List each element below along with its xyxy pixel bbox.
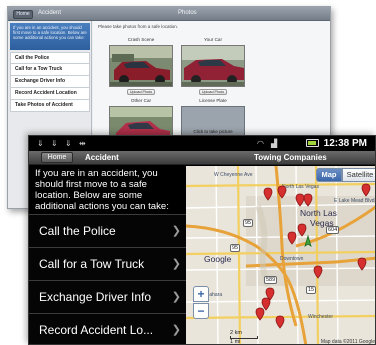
map-marker-icon [313, 265, 323, 279]
chevron-right-icon: ❯ [171, 225, 181, 237]
tablet-item-take-photos[interactable]: Take Photos of Accident [10, 100, 90, 112]
map-scale-mi: 1 mi [230, 339, 241, 345]
map-marker-icon [297, 223, 307, 237]
map-attribution: Map data ©2011 Google [320, 339, 375, 345]
towing-map[interactable]: W Cheyenne Ave North Las Vegas North Las… [186, 166, 375, 345]
map-marker-icon [277, 185, 287, 199]
your-car-photo[interactable] [181, 45, 245, 87]
list-item-label: Call for a Tow Truck [39, 257, 145, 271]
tablet-item-record-location[interactable]: Record Accident Location [10, 88, 90, 100]
chevron-right-icon: ❯ [171, 291, 181, 303]
tablet-action-list: Call the Police Call for a Tow Truck Exc… [10, 52, 90, 112]
crash-scene-photo[interactable] [109, 45, 173, 87]
phone-intro-text: If you are in an accident, you should fi… [35, 168, 169, 212]
caption-your-car: Your Car [204, 37, 222, 42]
tablet-home-button[interactable]: Home [13, 10, 33, 19]
download-icon: ⇓ [65, 139, 72, 148]
phone-item-exchange-info[interactable]: Exchange Driver Info ❯ [29, 280, 186, 313]
phone-action-list: Call the Police ❯ Call for a Tow Truck ❯… [29, 214, 186, 344]
zoom-in-button[interactable]: + [193, 286, 209, 302]
map-marker-icon [303, 193, 313, 207]
phone-item-call-police[interactable]: Call the Police ❯ [29, 214, 186, 247]
satellite-view-button[interactable]: Satellite [342, 168, 375, 182]
phone-app-window: ⇓ ⇓ ⇓ ⇹ ◠ ▟ 12:38 PM Home Accident Towin… [28, 135, 376, 345]
caption-license-plate: License Plate [199, 98, 227, 103]
map-marker-icon [255, 307, 265, 321]
map-marker-icon [263, 187, 273, 201]
list-item-label: Call the Police [39, 224, 116, 238]
caption-other-car: Other Car [130, 98, 152, 103]
tablet-item-call-police[interactable]: Call the Police [10, 52, 90, 64]
map-view-button[interactable]: Map [316, 168, 342, 182]
tablet-intro-text: If you are in an accident, you should fi… [10, 23, 90, 50]
map-marker-icon [295, 193, 305, 207]
wifi-icon: ◠ [257, 139, 264, 148]
tablet-item-tow-truck[interactable]: Call for a Tow Truck [10, 64, 90, 76]
phone-title-bar: Home Accident Towing Companies [29, 151, 375, 165]
phone-master-pane: If you are in an accident, you should fi… [29, 166, 186, 344]
list-item-label: Exchange Driver Info [39, 290, 152, 304]
tablet-title-bar: Home Accident Photos [8, 7, 330, 21]
list-item-label: Record Accident Lo... [39, 323, 154, 337]
tablet-photos-info: Please take photos from a safe location. [98, 24, 179, 29]
phone-home-button[interactable]: Home [41, 152, 73, 163]
usb-icon: ⇹ [79, 139, 86, 148]
marker-layer [255, 183, 371, 329]
download-icon: ⇓ [51, 139, 58, 148]
zoom-out-button[interactable]: − [193, 303, 209, 319]
map-marker-icon [275, 315, 285, 329]
map-marker-icon [261, 297, 271, 311]
map-marker-icon [361, 183, 371, 197]
clock: 12:38 PM [323, 138, 367, 149]
current-location-icon [304, 234, 312, 247]
composite-screenshot: Home Accident Photos If you are in an ac… [0, 0, 376, 345]
map-marker-icon [357, 257, 367, 271]
download-icon: ⇓ [37, 139, 44, 148]
phone-item-record-location[interactable]: Record Accident Lo... ❯ [29, 313, 186, 344]
phone-accident-title: Accident [85, 153, 119, 162]
battery-icon [306, 139, 319, 147]
status-bar: ⇓ ⇓ ⇓ ⇹ ◠ ▟ 12:38 PM [29, 136, 375, 151]
tablet-photos-title: Photos [178, 10, 197, 16]
tablet-accident-title: Accident [38, 10, 62, 16]
phone-item-tow-truck[interactable]: Call for a Tow Truck ❯ [29, 247, 186, 280]
map-marker-icon [287, 231, 297, 245]
chevron-right-icon: ❯ [171, 324, 181, 336]
towing-companies-title: Towing Companies [254, 153, 327, 162]
caption-crash-scene: Crash Scene [127, 37, 155, 42]
upload-your-car-button[interactable]: Upload Photo [199, 89, 227, 95]
chevron-right-icon: ❯ [171, 258, 181, 270]
upload-crash-scene-button[interactable]: Upload Photo [127, 89, 155, 95]
signal-icon: ▟ [271, 139, 278, 148]
tablet-item-exchange-info[interactable]: Exchange Driver Info [10, 76, 90, 88]
